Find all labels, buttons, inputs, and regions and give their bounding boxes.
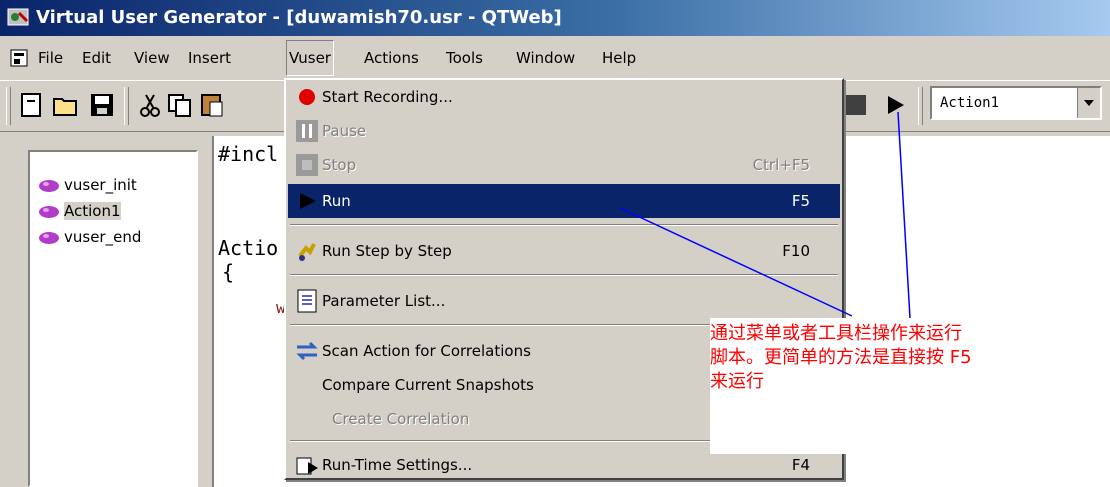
- menu-edit[interactable]: Edit: [80, 40, 113, 76]
- menu-view[interactable]: View: [132, 40, 172, 76]
- action-gem-icon: [39, 205, 59, 218]
- open-folder-icon[interactable]: [52, 91, 80, 119]
- code-line: {: [222, 260, 235, 284]
- menu-run[interactable]: Run F5: [288, 184, 840, 218]
- action-gem-icon: [39, 179, 59, 192]
- menu-separator: [290, 224, 838, 226]
- tree-item-vuser-init[interactable]: vuser_init: [38, 172, 137, 198]
- stop-icon: [296, 154, 318, 176]
- window-title: Virtual User Generator - [duwamish70.usr…: [36, 7, 562, 28]
- annotation-line: 脚本。更简单的方法是直接按 F5: [710, 347, 972, 368]
- menu-file[interactable]: File: [36, 40, 65, 76]
- action-tree: vuser_init Action1 vuser_end: [28, 150, 198, 487]
- runtime-settings-icon: [296, 457, 318, 475]
- script-tree-pane: vuser_init Action1 vuser_end: [8, 136, 202, 487]
- menu-item-shortcut: F10: [782, 242, 810, 260]
- menu-stop[interactable]: Stop Ctrl+F5: [288, 148, 840, 182]
- pause-icon: [296, 120, 318, 142]
- menu-actions[interactable]: Actions: [362, 40, 421, 76]
- new-icon[interactable]: [18, 91, 46, 119]
- menu-window[interactable]: Window: [514, 40, 577, 76]
- menu-item-label: Run-Time Settings...: [322, 456, 473, 474]
- stop-toolbar-icon[interactable]: [846, 95, 866, 115]
- action-gem-icon: [39, 231, 59, 244]
- toolbar-separator: [918, 87, 923, 125]
- annotation-text: 通过菜单或者工具栏操作来运行 脚本。更简单的方法是直接按 F5 来运行: [710, 322, 1106, 394]
- run-icon: [300, 193, 316, 209]
- save-icon[interactable]: [88, 91, 116, 119]
- menu-insert[interactable]: Insert: [186, 40, 233, 76]
- menu-item-label: Run Step by Step: [322, 242, 452, 260]
- menu-item-label: Start Recording...: [322, 88, 453, 106]
- code-line: Actio: [218, 236, 279, 260]
- menu-separator: [290, 274, 838, 276]
- annotation-line: 通过菜单或者工具栏操作来运行: [710, 323, 962, 344]
- tree-item-label: vuser_end: [64, 228, 142, 246]
- menu-help[interactable]: Help: [600, 40, 638, 76]
- menu-item-shortcut: Ctrl+F5: [752, 156, 810, 174]
- paste-icon[interactable]: [198, 91, 226, 119]
- menu-item-label: Scan Action for Correlations: [322, 342, 531, 360]
- tree-item-vuser-end[interactable]: vuser_end: [38, 224, 141, 250]
- tree-item-label: Action1: [64, 202, 121, 220]
- parameter-list-icon: [297, 289, 317, 313]
- annotation-callout: 通过菜单或者工具栏操作来运行 脚本。更简单的方法是直接按 F5 来运行: [710, 318, 1110, 454]
- run-toolbar-icon[interactable]: [882, 91, 910, 119]
- menu-item-label: Create Correlation: [332, 410, 470, 428]
- menu-start-recording[interactable]: Start Recording...: [288, 80, 840, 114]
- menu-run-step-by-step[interactable]: Run Step by Step F10: [288, 234, 840, 268]
- record-icon: [299, 89, 315, 105]
- menu-pause[interactable]: Pause: [288, 114, 840, 148]
- menu-item-shortcut: F5: [791, 192, 810, 210]
- step-icon: [298, 243, 316, 261]
- toolbar-separator: [124, 87, 129, 125]
- cut-icon[interactable]: [136, 91, 164, 119]
- menu-parameter-list[interactable]: Parameter List...: [288, 284, 840, 318]
- menu-item-label: Pause: [322, 122, 367, 140]
- code-line: #incl: [218, 142, 279, 166]
- title-bar: Virtual User Generator - [duwamish70.usr…: [0, 0, 1110, 36]
- menu-vuser[interactable]: Vuser: [286, 40, 334, 76]
- menu-tools[interactable]: Tools: [444, 40, 485, 76]
- chevron-down-icon[interactable]: [1077, 88, 1100, 118]
- action-select[interactable]: Action1: [930, 86, 1102, 120]
- tree-item-label: vuser_init: [64, 176, 137, 194]
- menu-bar: File Edit View Insert Vuser Actions Tool…: [0, 40, 1110, 76]
- scan-icon: [296, 341, 318, 361]
- action-select-value: Action1: [940, 95, 1000, 111]
- toolbar-grip[interactable]: [6, 87, 11, 125]
- menu-item-label: Stop: [322, 156, 357, 174]
- vugen-app-icon: [7, 8, 29, 26]
- document-icon: [10, 49, 28, 67]
- menu-item-label: Compare Current Snapshots: [322, 376, 534, 394]
- annotation-line: 来运行: [710, 371, 764, 392]
- tree-item-action1[interactable]: Action1: [38, 198, 121, 224]
- menu-item-label: Run: [322, 192, 351, 210]
- menu-item-label: Parameter List...: [322, 292, 446, 310]
- copy-icon[interactable]: [166, 91, 194, 119]
